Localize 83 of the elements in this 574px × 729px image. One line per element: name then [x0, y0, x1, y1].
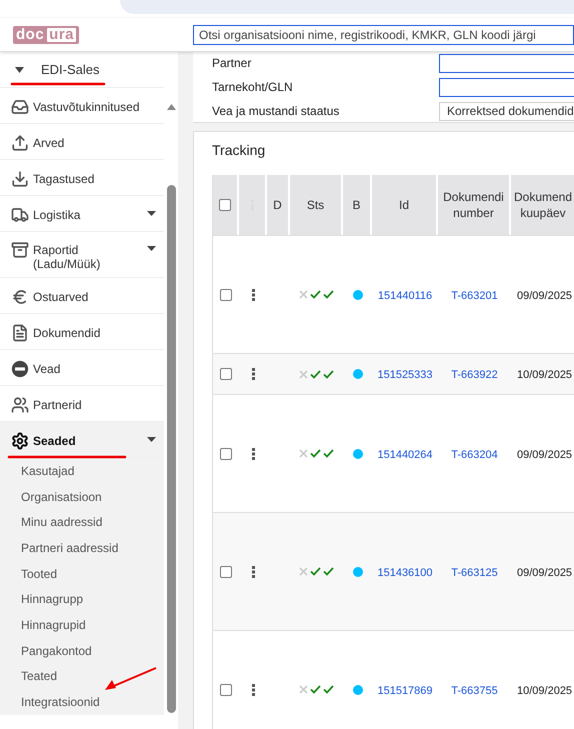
- nav-label: Vastuvõtukinnitused: [33, 99, 141, 114]
- kebab-menu-icon[interactable]: [252, 448, 254, 460]
- submenu-item[interactable]: Hinnagrupp: [0, 586, 164, 612]
- table-cell: 09/09/2025: [517, 448, 572, 460]
- caret-icon: [147, 211, 156, 216]
- submenu-item[interactable]: Kasutajad: [0, 458, 164, 484]
- kebab-menu-icon[interactable]: [252, 684, 254, 696]
- nav-label: Ostuarved: [33, 289, 90, 304]
- nav-item[interactable]: Seaded: [0, 422, 164, 458]
- caret-icon: [147, 437, 156, 442]
- column-header[interactable]: Sts: [306, 197, 324, 213]
- settings-icon: [11, 432, 29, 450]
- inbox-tray-icon: [11, 98, 29, 116]
- submenu-item[interactable]: Hinnagrupid: [0, 612, 164, 638]
- filter-label: Tarnekoht/GLN: [212, 79, 294, 96]
- select-field[interactable]: Korrektsed dokumendid: [439, 102, 574, 120]
- checkbox[interactable]: [220, 368, 232, 380]
- nav-label: Tagastused: [33, 171, 96, 186]
- nav-label: Partnerid: [33, 397, 83, 412]
- nav-label: Raportid (Ladu/Müük): [33, 242, 102, 271]
- kebab-menu-icon[interactable]: [252, 368, 254, 380]
- nav-label: EDI-Sales: [41, 60, 100, 79]
- checkbox[interactable]: [220, 288, 232, 300]
- logo-text: ura: [47, 28, 76, 42]
- nav-label: Logistika: [33, 207, 82, 222]
- download-icon: [11, 170, 29, 188]
- caret-icon: [147, 246, 156, 251]
- panel-title: Tracking: [212, 141, 266, 160]
- id-link[interactable]: 151436100: [377, 566, 433, 578]
- checkbox[interactable]: [220, 684, 232, 696]
- submenu-item[interactable]: Minu aadressid: [0, 509, 164, 536]
- nav-item[interactable]: EDI-Sales: [0, 52, 164, 88]
- filter-label: Vea ja mustandi staatus: [212, 103, 340, 120]
- submenu-item[interactable]: Partneri aadressid: [0, 535, 164, 561]
- column-header[interactable]: Dokumendi number: [438, 189, 509, 221]
- filter-label: Partner: [212, 55, 252, 72]
- archive-box-icon: [11, 241, 29, 259]
- nav-item[interactable]: Vead: [0, 350, 164, 386]
- id-link[interactable]: 151440116: [378, 290, 432, 302]
- input-field[interactable]: [439, 78, 574, 96]
- id-link[interactable]: 151525333: [377, 369, 433, 381]
- caret-icon: [15, 66, 24, 72]
- table-cell: 09/09/2025: [517, 566, 572, 578]
- nav-label: Vead: [33, 361, 62, 376]
- upload-icon: [11, 134, 29, 152]
- checkbox[interactable]: [220, 448, 232, 460]
- document-number-link[interactable]: T-663922: [451, 369, 498, 381]
- table-cell: 10/09/2025: [517, 684, 572, 696]
- column-header[interactable]: D: [273, 197, 282, 213]
- kebab-menu-icon[interactable]: [252, 566, 254, 578]
- nav-label: Dokumendid: [33, 325, 102, 340]
- logo-text: doc: [16, 27, 44, 42]
- checkbox[interactable]: [219, 199, 231, 211]
- submenu-item[interactable]: Tooted: [0, 560, 164, 586]
- search-field[interactable]: Otsi organisatsiooni nime, registrikoodi, KMKR, GLN koodi järgi: [193, 24, 574, 44]
- kebab-menu-icon[interactable]: [252, 288, 254, 300]
- nav-label: Seaded: [33, 433, 77, 448]
- column-header[interactable]: B: [352, 197, 360, 213]
- column-header[interactable]: Id: [398, 197, 409, 213]
- column-header[interactable]: Dokumend kuupäev: [513, 189, 573, 221]
- submenu-item[interactable]: Organisatsioon: [0, 484, 164, 510]
- document-number-link[interactable]: T-663755: [451, 684, 498, 696]
- checkbox[interactable]: [220, 566, 232, 578]
- scroll-up-icon[interactable]: [166, 104, 176, 110]
- people-icon: [11, 396, 29, 414]
- table-cell: 09/09/2025: [517, 290, 572, 302]
- document-number-link[interactable]: T-663204: [451, 448, 498, 460]
- nav-label: Arved: [33, 135, 66, 150]
- id-link[interactable]: 151517869: [377, 684, 433, 696]
- document-number-link[interactable]: T-663201: [451, 290, 498, 302]
- submenu-item[interactable]: Teated: [0, 664, 164, 690]
- submenu-item[interactable]: Integratsioonid: [0, 689, 164, 715]
- truck-icon: [11, 206, 29, 224]
- id-link[interactable]: 151440264: [377, 448, 433, 460]
- document-icon: [11, 324, 29, 342]
- minus-circle-icon: [11, 360, 29, 378]
- input-field[interactable]: [439, 54, 574, 72]
- euro-icon: [11, 288, 29, 306]
- submenu-item[interactable]: Pangakontod: [0, 638, 164, 664]
- table-cell: 10/09/2025: [517, 369, 572, 381]
- document-number-link[interactable]: T-663125: [451, 566, 498, 578]
- scrollbar-thumb[interactable]: [166, 185, 176, 713]
- annotation-arrow: [103, 666, 158, 692]
